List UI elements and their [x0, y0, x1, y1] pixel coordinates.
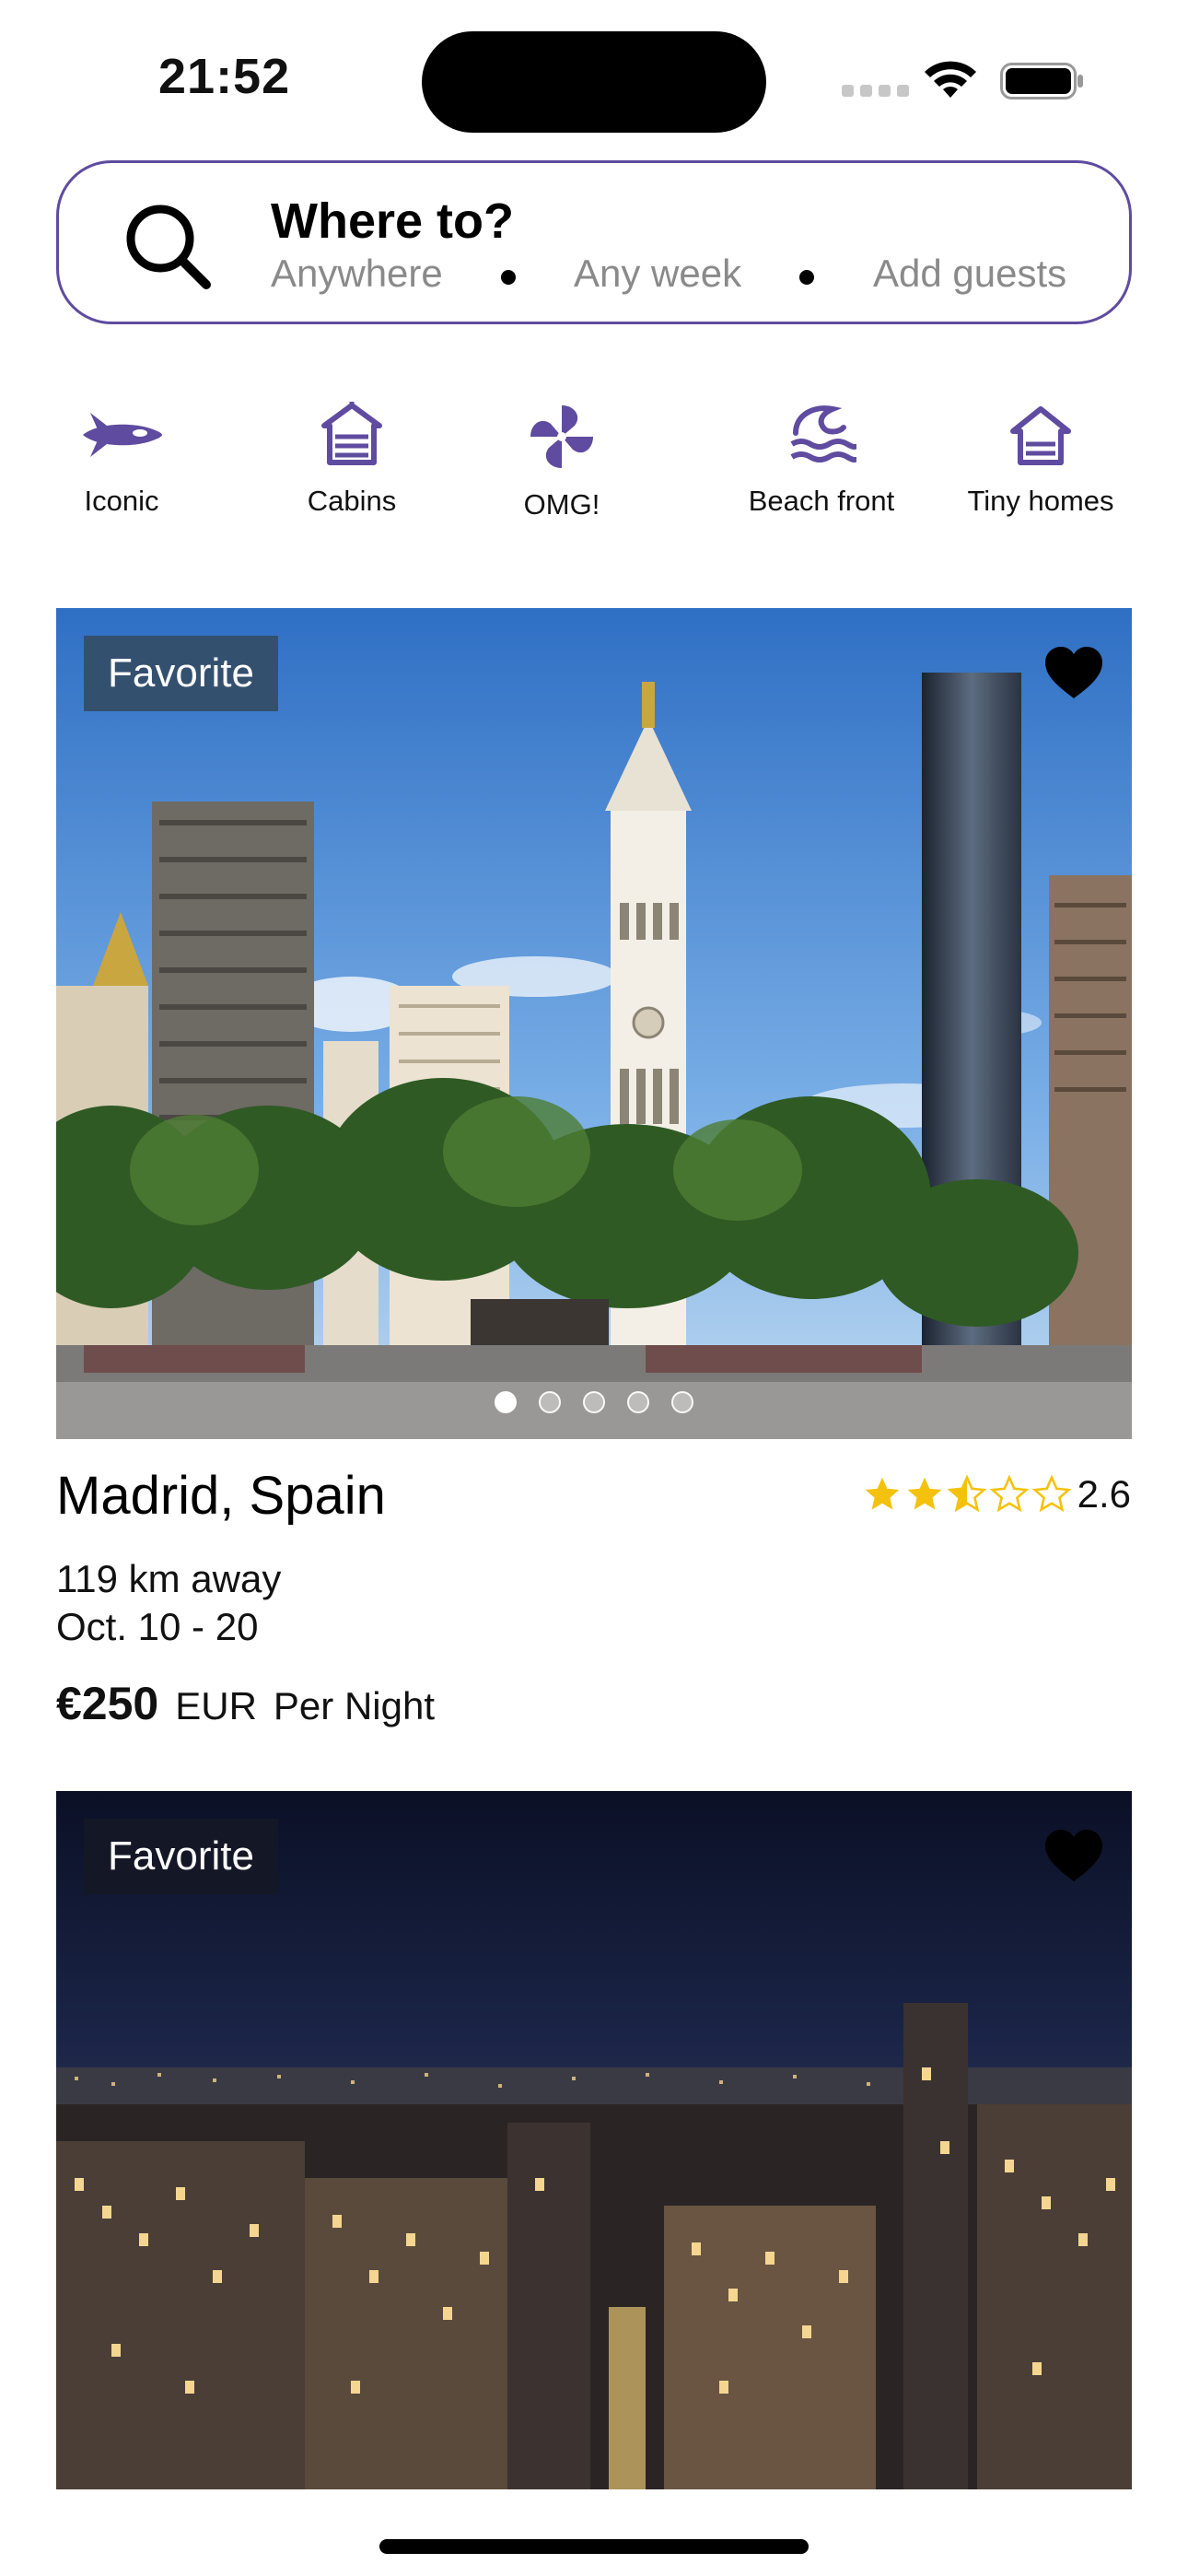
pager-dot[interactable]: [627, 1391, 649, 1413]
rating-value: 2.6: [1077, 1472, 1131, 1516]
listing-distance: 119 km away: [56, 1557, 282, 1600]
category-label: Tiny homes: [967, 485, 1114, 517]
search-where[interactable]: Anywhere: [271, 252, 443, 296]
pager-dot[interactable]: [495, 1391, 517, 1413]
category-label: Beach front: [748, 485, 895, 517]
category-tiny-homes[interactable]: Tiny homes: [939, 402, 1142, 518]
star-full-icon: [865, 1477, 899, 1510]
category-label: Iconic: [84, 485, 159, 517]
category-label: Cabins: [307, 485, 397, 517]
rating: 2.6: [860, 1472, 1131, 1516]
beach-wave-icon: [790, 405, 856, 463]
category-beach-front[interactable]: Beach front: [720, 402, 923, 518]
dynamic-island: [422, 31, 766, 133]
separator-dot: [799, 270, 814, 285]
listing-title: Madrid, Spain: [56, 1466, 386, 1526]
category-omg[interactable]: OMG!: [460, 402, 663, 521]
spaceship-icon: [83, 413, 162, 457]
status-bar: 21:52: [0, 0, 1188, 157]
cellular-signal-icon: [842, 85, 909, 97]
city-night-photo: [56, 1791, 1132, 2489]
status-time: 21:52: [158, 49, 291, 104]
pager-dot[interactable]: [583, 1391, 605, 1413]
star-full-icon: [907, 1477, 941, 1510]
listing-currency: EUR: [175, 1684, 257, 1727]
star-empty-icon: [989, 1474, 1030, 1513]
search-bar[interactable]: Where to? Anywhere Any week Add guests: [56, 160, 1132, 324]
listing-photo-carousel[interactable]: Favorite: [56, 608, 1132, 1439]
category-iconic[interactable]: Iconic: [20, 402, 223, 518]
category-cabins[interactable]: Cabins: [250, 402, 453, 518]
city-daytime-photo: [56, 608, 1132, 1439]
star-empty-icon: [1031, 1474, 1072, 1513]
listing-price-unit: Per Night: [273, 1684, 435, 1727]
listing-price: €250: [56, 1678, 159, 1729]
search-when[interactable]: Any week: [574, 252, 741, 296]
pager-dot[interactable]: [671, 1391, 693, 1413]
cabin-icon: [321, 402, 382, 465]
pager-dot[interactable]: [539, 1391, 561, 1413]
search-icon: [126, 205, 211, 289]
star-half-icon: [947, 1474, 987, 1513]
pinwheel-icon: [530, 405, 593, 468]
wifi-icon: [925, 61, 976, 98]
heart-icon[interactable]: [1043, 645, 1104, 700]
price-row: €250 EUR Per Night: [56, 1677, 435, 1730]
search-guests[interactable]: Add guests: [873, 252, 1066, 296]
favorite-badge: Favorite: [84, 1819, 278, 1894]
search-title: Where to?: [271, 193, 514, 249]
listing-dates: Oct. 10 - 20: [56, 1605, 259, 1648]
favorite-badge: Favorite: [84, 636, 278, 711]
battery-icon: [1000, 63, 1083, 100]
separator-dot: [501, 270, 516, 285]
heart-icon[interactable]: [1043, 1828, 1104, 1883]
tiny-home-icon: [1010, 406, 1071, 465]
category-label: OMG!: [523, 488, 600, 521]
listing-photo-carousel[interactable]: Favorite: [56, 1791, 1132, 2489]
photo-pager: [56, 1391, 1132, 1413]
home-indicator[interactable]: [379, 2539, 809, 2554]
